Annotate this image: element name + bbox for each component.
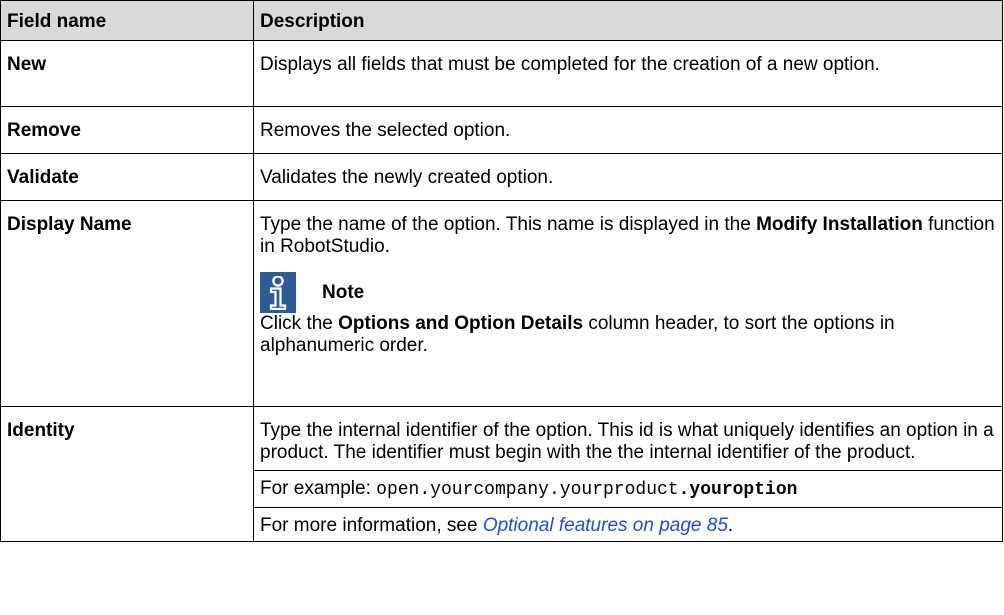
description-text: Removes the selected option. [260,120,511,141]
field-name-display-name: Display Name [0,200,254,407]
divider [254,470,1002,471]
divider [254,507,1002,508]
bold-term: Modify Installation [756,214,923,235]
field-name-new: New [0,40,254,107]
table-row: Validate Validates the newly created opt… [0,153,1003,201]
bold-term: Options and Option Details [338,313,584,334]
description-identity: Type the internal identifier of the opti… [253,406,1003,542]
header-field-name: Field name [0,0,254,41]
field-name-remove: Remove [0,106,254,154]
table-header-row: Field name Description [0,0,1003,41]
description-display-name: Type the name of the option. This name i… [253,200,1003,407]
example-code: open.yourcompany.yourproduct [376,480,679,500]
header-description: Description [253,0,1003,41]
description-new: Displays all fields that must be complet… [253,40,1003,107]
example-code-bold: .youroption [678,480,798,500]
table-row: Display Name Type the name of the option… [0,200,1003,407]
description-remove: Removes the selected option. [253,106,1003,154]
description-text: Type the internal identifier of the opti… [260,420,994,463]
description-validate: Validates the newly created option. [253,153,1003,201]
more-info-line: For more information, see Optional featu… [260,515,734,536]
table-row: Remove Removes the selected option. [0,106,1003,154]
note-text: Click the Options and Option Details col… [260,313,895,356]
field-description-table: Field name Description New Displays all … [0,0,1003,542]
table-row: New Displays all fields that must be com… [0,40,1003,107]
field-name-validate: Validate [0,153,254,201]
description-text: Type the name of the option. This name i… [260,214,995,257]
table-row: Identity Type the internal identifier of… [0,406,1003,542]
optional-features-link[interactable]: Optional features on page 85 [483,515,728,536]
note-callout: Note [260,272,996,313]
field-name-identity: Identity [0,406,254,542]
description-text: Validates the newly created option. [260,167,554,188]
example-line: For example: open.yourcompany.yourproduc… [260,478,798,500]
note-label: Note [322,281,365,303]
info-icon [260,272,296,313]
description-text: Displays all fields that must be complet… [260,54,880,75]
